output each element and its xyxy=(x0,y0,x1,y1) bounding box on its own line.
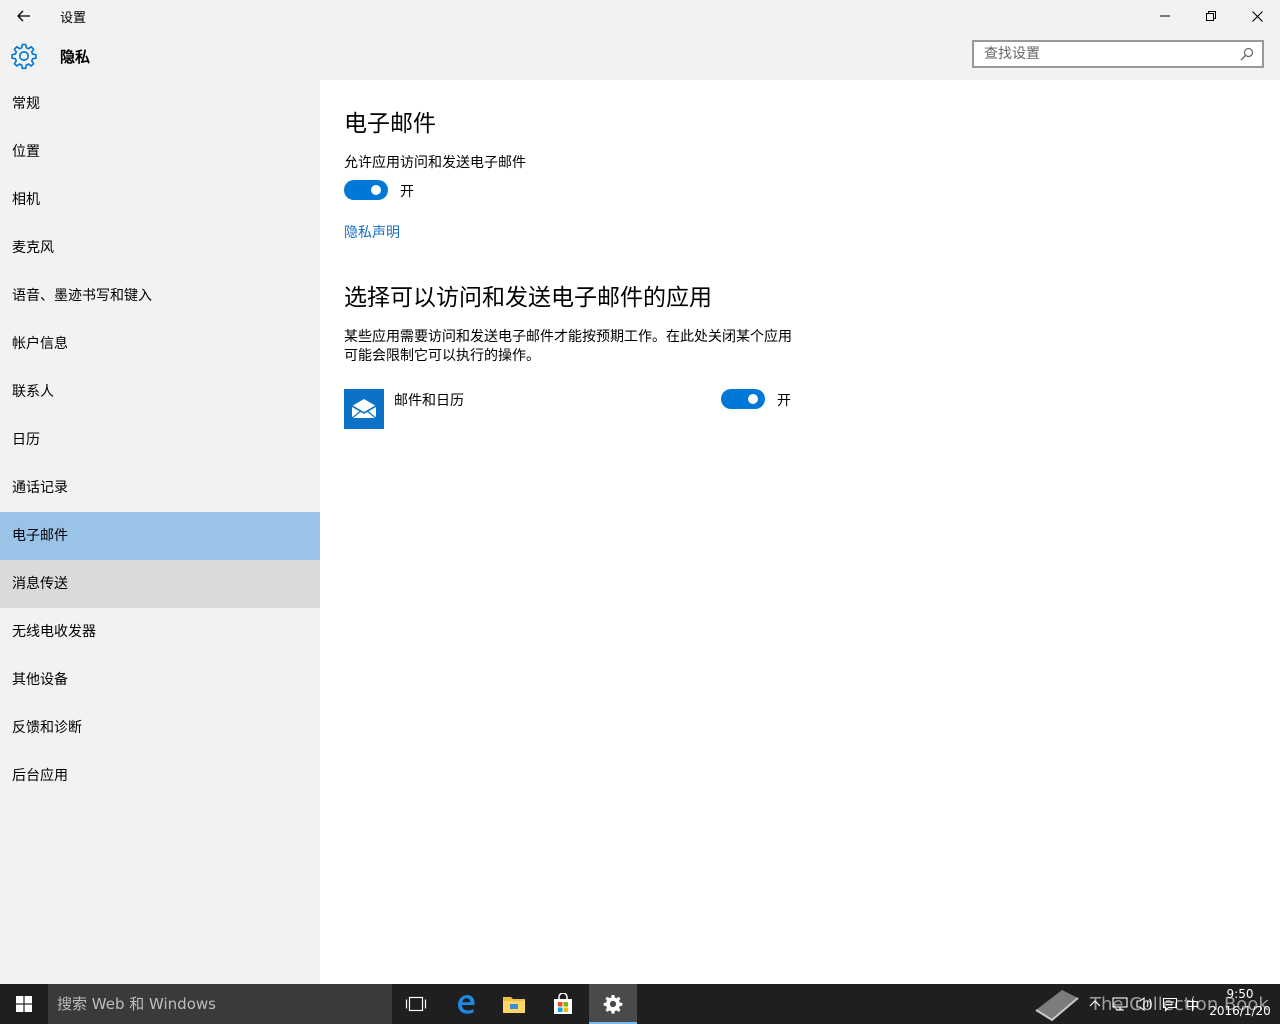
task-view-button[interactable] xyxy=(392,984,440,1024)
mail-icon xyxy=(351,399,377,419)
sidebar-item-account-info[interactable]: 帐户信息 xyxy=(0,320,320,368)
back-arrow-icon xyxy=(17,10,30,22)
clock[interactable]: 9:50 2016/1/20 xyxy=(1204,986,1276,1020)
sidebar-item-camera[interactable]: 相机 xyxy=(0,176,320,224)
title-bar: 设置 xyxy=(0,0,1280,32)
sidebar-item-feedback-diagnostics[interactable]: 反馈和诊断 xyxy=(0,704,320,752)
close-icon xyxy=(1251,10,1263,22)
store-icon xyxy=(554,993,572,1014)
back-button[interactable] xyxy=(8,4,40,28)
book-logo-icon xyxy=(1035,990,1079,1022)
allow-email-toggle-state: 开 xyxy=(400,184,414,200)
start-button[interactable] xyxy=(0,984,48,1024)
minimize-icon xyxy=(1160,15,1170,17)
sidebar-item-messaging[interactable]: 消息传送 xyxy=(0,560,320,608)
gear-icon xyxy=(603,994,623,1014)
edge-icon xyxy=(458,995,475,1014)
network-icon[interactable] xyxy=(1112,996,1128,1012)
folder-icon xyxy=(503,997,525,1013)
sidebar-item-call-history[interactable]: 通话记录 xyxy=(0,464,320,512)
sidebar-item-calendar[interactable]: 日历 xyxy=(0,416,320,464)
close-button[interactable] xyxy=(1234,0,1280,32)
sidebar-item-location[interactable]: 位置 xyxy=(0,128,320,176)
sidebar: 常规 位置 相机 麦克风 语音、墨迹书写和键入 帐户信息 联系人 日历 通话记录… xyxy=(0,80,320,984)
section-heading: 电子邮件 xyxy=(344,111,436,137)
apps-description: 某些应用需要访问和发送电子邮件才能按预期工作。在此处关闭某个应用可能会限制它可以… xyxy=(344,329,792,364)
window-title: 设置 xyxy=(60,11,87,26)
sidebar-item-microphone[interactable]: 麦克风 xyxy=(0,224,320,272)
mail-calendar-toggle-state: 开 xyxy=(777,393,791,409)
settings-taskbar-button[interactable] xyxy=(589,984,637,1024)
action-center-icon[interactable] xyxy=(1162,996,1178,1012)
sidebar-item-other-devices[interactable]: 其他设备 xyxy=(0,656,320,704)
volume-icon[interactable] xyxy=(1136,996,1154,1012)
sidebar-item-background-apps[interactable]: 后台应用 xyxy=(0,752,320,800)
minimize-button[interactable] xyxy=(1142,0,1188,32)
allow-email-label: 允许应用访问和发送电子邮件 xyxy=(344,155,526,171)
sidebar-item-contacts[interactable]: 联系人 xyxy=(0,368,320,416)
privacy-statement-link[interactable]: 隐私声明 xyxy=(344,222,400,242)
sidebar-item-email[interactable]: 电子邮件 xyxy=(0,512,320,560)
sidebar-item-general[interactable]: 常规 xyxy=(0,80,320,128)
mail-calendar-app-icon xyxy=(344,389,384,429)
sidebar-item-radios[interactable]: 无线电收发器 xyxy=(0,608,320,656)
restore-icon xyxy=(1206,11,1216,21)
taskbar: 搜索 Web 和 Windows The Collection Book 中 9… xyxy=(0,984,1280,1024)
toggle-knob xyxy=(371,185,381,195)
task-view-icon xyxy=(405,996,427,1012)
mail-calendar-toggle[interactable] xyxy=(721,389,765,409)
store-taskbar-button[interactable] xyxy=(539,984,587,1024)
app-name-mail-calendar: 邮件和日历 xyxy=(394,393,464,409)
ime-indicator[interactable]: 中 xyxy=(1186,995,1199,1014)
file-explorer-taskbar-button[interactable] xyxy=(490,984,538,1024)
edge-taskbar-button[interactable] xyxy=(442,984,490,1024)
windows-logo-icon xyxy=(16,996,32,1012)
toggle-knob xyxy=(748,394,758,404)
page-title: 隐私 xyxy=(60,48,91,66)
settings-header: 隐私 xyxy=(0,32,1280,80)
chevron-up-icon[interactable] xyxy=(1088,997,1102,1011)
restore-button[interactable] xyxy=(1188,0,1234,32)
system-tray: 中 xyxy=(1088,984,1199,1024)
taskbar-search-box[interactable]: 搜索 Web 和 Windows xyxy=(48,984,392,1024)
sidebar-item-speech-inking-typing[interactable]: 语音、墨迹书写和键入 xyxy=(0,272,320,320)
allow-email-toggle[interactable] xyxy=(344,180,388,200)
apps-heading: 选择可以访问和发送电子邮件的应用 xyxy=(344,285,712,311)
clock-time: 9:50 xyxy=(1226,987,1254,1001)
search-icon[interactable] xyxy=(1240,47,1254,61)
search-input[interactable] xyxy=(974,42,1244,66)
gear-icon xyxy=(11,43,37,70)
clock-date: 2016/1/20 xyxy=(1209,1004,1271,1018)
search-box[interactable] xyxy=(972,40,1264,68)
